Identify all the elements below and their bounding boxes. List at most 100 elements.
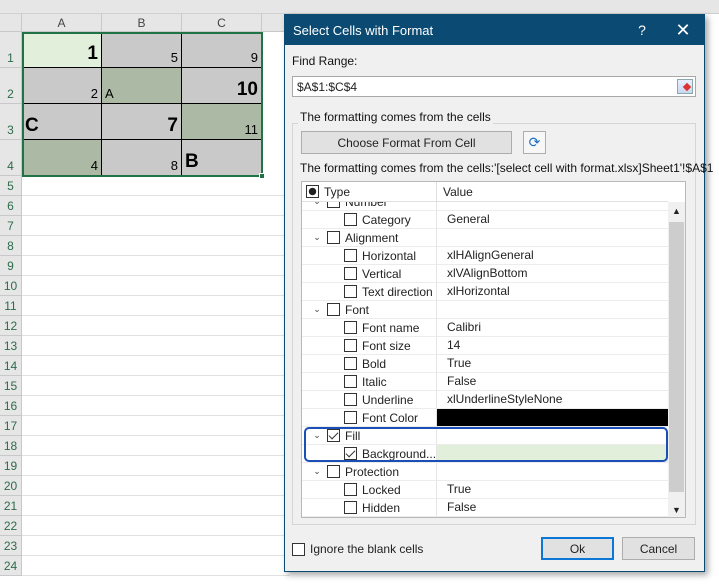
cell-B4[interactable]: 8 [102,140,182,176]
row-checkbox[interactable] [344,321,357,334]
row-header-5[interactable]: 5 [0,176,22,196]
row-checkbox[interactable] [327,303,340,316]
row-checkbox[interactable] [344,447,357,460]
tree-row-protection[interactable]: ⌄ Protection [302,463,668,481]
row-header-15[interactable]: 15 [0,376,22,396]
tree-row-font-color[interactable]: Font Color [302,409,668,427]
row-header-14[interactable]: 14 [0,356,22,376]
cell-A1[interactable]: 1 [22,32,102,68]
row-checkbox[interactable] [344,357,357,370]
row-header-13[interactable]: 13 [0,336,22,356]
refresh-icon[interactable]: ⟳ [523,131,546,154]
tree-row-number[interactable]: ⌄ Number [302,202,668,211]
row-header-3[interactable]: 3 [0,104,22,140]
row-header-17[interactable]: 17 [0,416,22,436]
tree-row-locked[interactable]: Locked True [302,481,668,499]
cell-C1[interactable]: 9 [182,32,262,68]
chevron-down-icon[interactable]: ⌄ [312,430,322,441]
column-header-B[interactable]: B [102,14,182,32]
close-button[interactable]: ✕ [662,20,704,41]
row-checkbox[interactable] [344,339,357,352]
row-header-7[interactable]: 7 [0,216,22,236]
select-all-checkbox[interactable] [306,185,319,198]
row-header-20[interactable]: 20 [0,476,22,496]
tree-row-italic[interactable]: Italic False [302,373,668,391]
row-header-8[interactable]: 8 [0,236,22,256]
tree-row-underline[interactable]: Underline xlUnderlineStyleNone [302,391,668,409]
row-checkbox[interactable] [327,202,340,208]
cell-A2[interactable]: 2 [22,68,102,104]
cell-C4[interactable]: B [182,140,262,176]
vertical-scrollbar[interactable]: ▲ ▼ [668,202,685,517]
choose-format-from-cell-button[interactable]: Choose Format From Cell [301,131,512,154]
row-checkbox[interactable] [344,267,357,280]
row-header-23[interactable]: 23 [0,536,22,556]
chevron-down-icon[interactable]: ⌄ [312,232,322,243]
row-header-6[interactable]: 6 [0,196,22,216]
tree-row-category[interactable]: Category General [302,211,668,229]
tree-row-bold[interactable]: Bold True [302,355,668,373]
cell-C2[interactable]: 10 [182,68,262,104]
row-header-24[interactable]: 24 [0,556,22,576]
chevron-down-icon[interactable]: ⌄ [312,202,322,207]
column-header-C[interactable]: C [182,14,262,32]
cell-B2[interactable]: A [102,68,182,104]
row-header-11[interactable]: 11 [0,296,22,316]
cell-A3[interactable]: C [22,104,102,140]
row-header-4[interactable]: 4 [0,140,22,176]
row-header-2[interactable]: 2 [0,68,22,104]
cell-B1[interactable]: 5 [102,32,182,68]
row-checkbox[interactable] [344,213,357,226]
row-header-19[interactable]: 19 [0,456,22,476]
tree-row-alignment[interactable]: ⌄ Alignment [302,229,668,247]
row-checkbox[interactable] [327,465,340,478]
row-header-22[interactable]: 22 [0,516,22,536]
cancel-button[interactable]: Cancel [622,537,695,560]
column-header-A[interactable]: A [22,14,102,32]
row-checkbox[interactable] [344,483,357,496]
tree-row-fill[interactable]: ⌄ Fill [302,427,668,445]
tree-row-background[interactable]: Background... [302,445,668,463]
row-header-10[interactable]: 10 [0,276,22,296]
spreadsheet-grid[interactable]: A B C 1 2 3 4 5 6 7 8 9 10 11 12 13 14 15 16 17 18 19 20 21 22 23… [0,14,292,580]
row-checkbox[interactable] [344,501,357,514]
help-button[interactable]: ? [622,22,662,38]
format-source-text: The formatting comes from the cells:'[se… [300,161,714,175]
chevron-down-icon[interactable]: ⌄ [312,466,322,477]
row-checkbox[interactable] [327,429,340,442]
row-header-1[interactable]: 1 [0,32,22,68]
row-header-21[interactable]: 21 [0,496,22,516]
row-header-9[interactable]: 9 [0,256,22,276]
row-checkbox[interactable] [327,231,340,244]
cell-B3[interactable]: 7 [102,104,182,140]
fill-handle[interactable] [259,173,265,179]
row-checkbox[interactable] [344,375,357,388]
find-range-input[interactable]: $A$1:$C$4 [292,76,696,97]
row-header-18[interactable]: 18 [0,436,22,456]
tree-row-font-name[interactable]: Font name Calibri [302,319,668,337]
cell-C3[interactable]: 11 [182,104,262,140]
tree-row-vertical[interactable]: Vertical xlVAlignBottom [302,265,668,283]
tree-row-hidden[interactable]: Hidden False [302,499,668,517]
cell-A4[interactable]: 4 [22,140,102,176]
row-checkbox[interactable] [344,285,357,298]
scroll-up-icon[interactable]: ▲ [668,202,685,216]
tree-row-font[interactable]: ⌄ Font [302,301,668,319]
row-checkbox[interactable] [344,393,357,406]
ignore-blank-option[interactable]: Ignore the blank cells [292,542,423,556]
row-header-16[interactable]: 16 [0,396,22,416]
ok-button[interactable]: Ok [541,537,614,560]
row-checkbox[interactable] [344,411,357,424]
row-checkbox[interactable] [344,249,357,262]
ignore-blank-checkbox[interactable] [292,542,305,556]
range-select-icon[interactable] [677,79,693,94]
select-all-corner[interactable] [0,14,22,32]
scroll-down-icon[interactable]: ▼ [668,505,685,515]
row-header-12[interactable]: 12 [0,316,22,336]
scroll-thumb[interactable] [669,222,684,492]
tree-row-horizontal[interactable]: Horizontal xlHAlignGeneral [302,247,668,265]
tree-row-font-size[interactable]: Font size 14 [302,337,668,355]
tree-row-text-direction[interactable]: Text direction xlHorizontal [302,283,668,301]
format-tree[interactable]: Type Value ⌄ Number Category General ⌄ Alignm… [301,181,686,518]
chevron-down-icon[interactable]: ⌄ [312,304,322,315]
